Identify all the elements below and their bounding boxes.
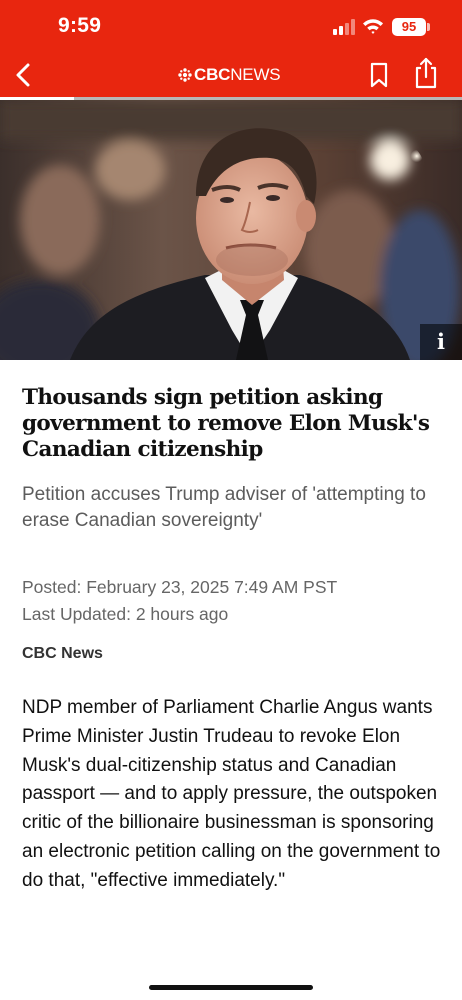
- hero-photo: [0, 100, 462, 360]
- chevron-left-icon[interactable]: [8, 56, 42, 94]
- status-bar: 9:59 95: [0, 0, 462, 52]
- signal-icon: [333, 19, 357, 35]
- updated-timestamp: Last Updated: 2 hours ago: [22, 604, 229, 624]
- image-info-button[interactable]: i: [420, 324, 462, 360]
- posted-timestamp: Posted: February 23, 2025 7:49 AM PST: [22, 577, 338, 597]
- battery-tip: [427, 23, 430, 31]
- status-time: 9:59: [58, 14, 102, 37]
- article-headline: Thousands sign petition asking governmen…: [22, 385, 430, 462]
- home-indicator[interactable]: [149, 985, 313, 990]
- article-byline: CBC News: [22, 645, 103, 662]
- wifi-icon: [363, 19, 383, 34]
- article-body-paragraph: NDP member of Parliament Charlie Angus w…: [22, 697, 441, 891]
- logo-text-news: NEWS: [230, 65, 281, 84]
- bookmark-icon[interactable]: [367, 60, 391, 90]
- cbc-gem-icon: [178, 68, 192, 82]
- battery-icon: 95: [392, 18, 426, 36]
- share-icon[interactable]: [412, 56, 440, 90]
- hero-image: [0, 100, 462, 360]
- cbc-news-logo: CBC NEWS: [178, 64, 281, 86]
- logo-text-cbc: CBC: [194, 65, 231, 84]
- navigation-bar: CBC NEWS: [0, 52, 462, 97]
- article-deck: Petition accuses Trump adviser of 'attem…: [22, 484, 426, 531]
